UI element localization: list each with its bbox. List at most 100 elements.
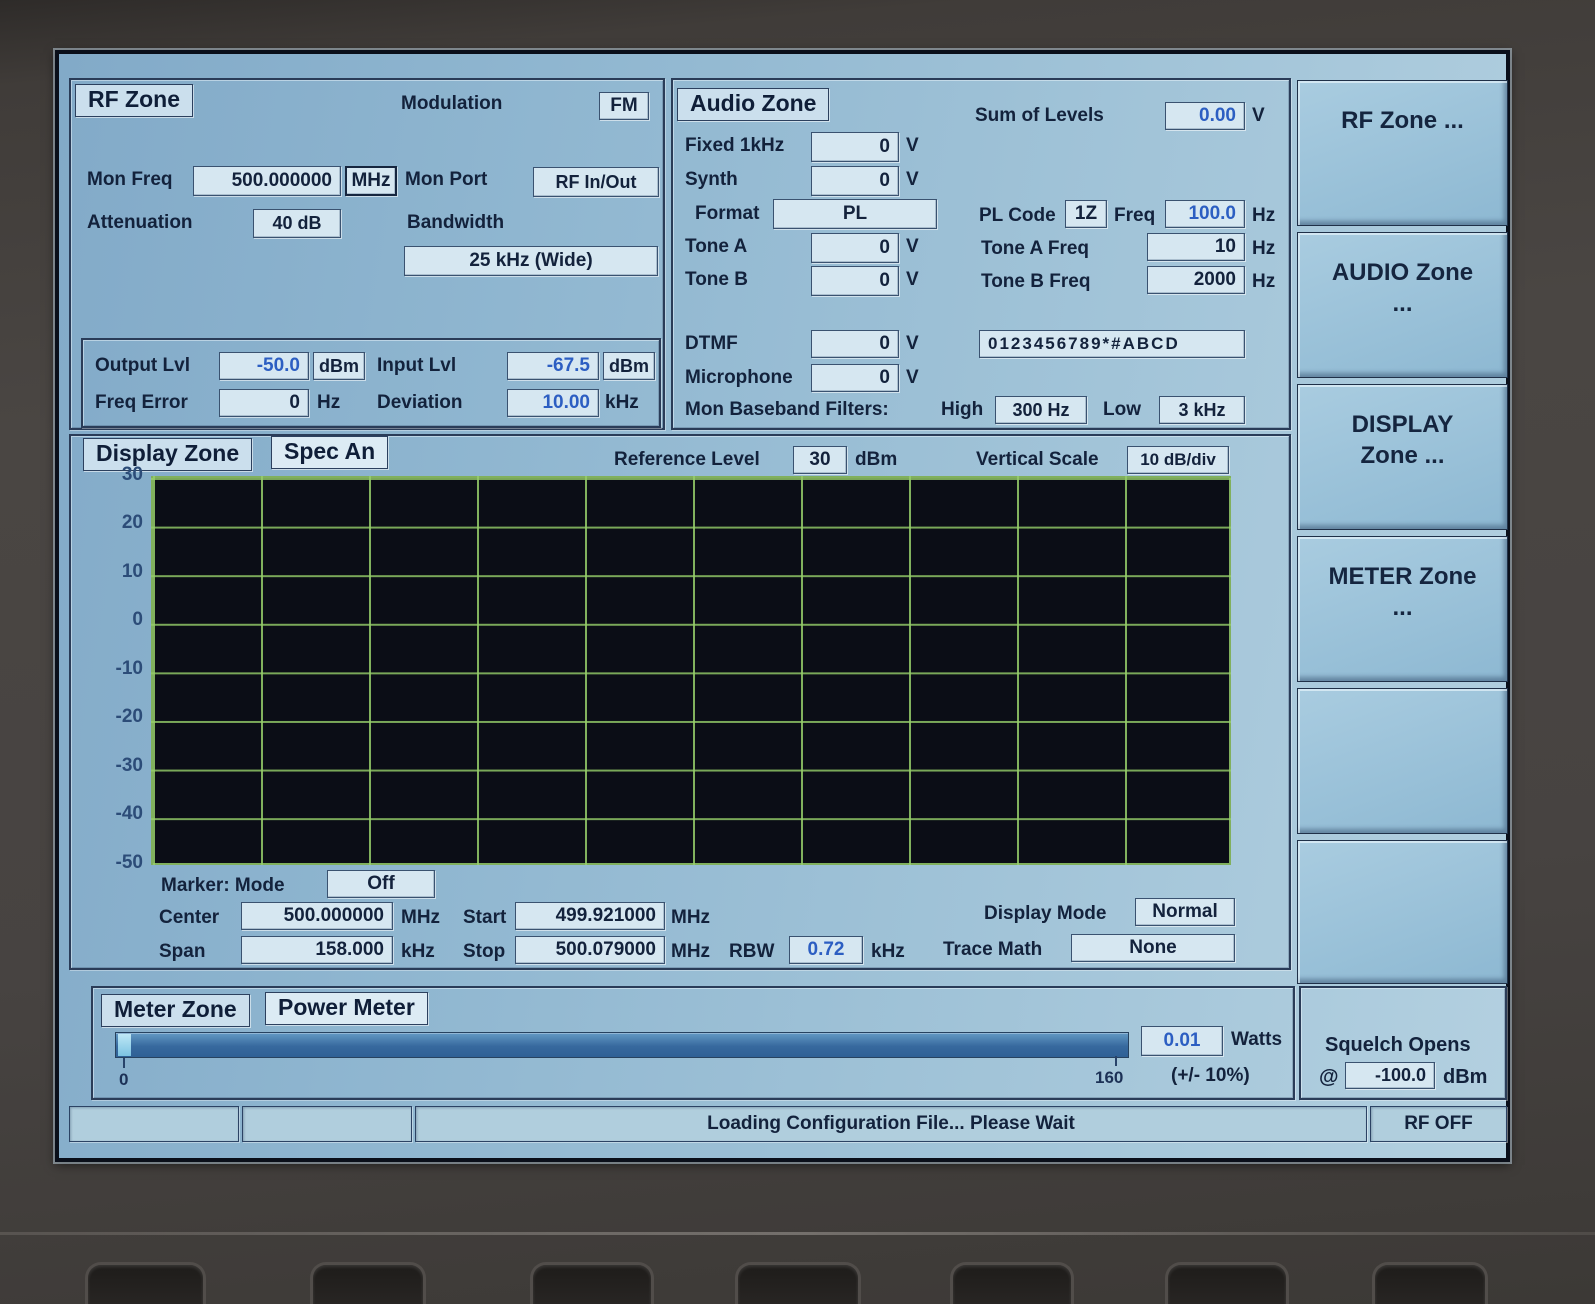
output-lvl-unit-button[interactable]: dBm: [313, 352, 365, 380]
mon-freq-value[interactable]: 500.000000: [193, 166, 341, 196]
input-lvl-value[interactable]: -67.5: [507, 352, 599, 380]
modulation-label: Modulation: [401, 93, 503, 114]
input-lvl-unit-button[interactable]: dBm: [603, 352, 655, 380]
bandwidth-value[interactable]: 25 kHz (Wide): [404, 246, 658, 276]
mon-port-label: Mon Port: [405, 169, 488, 190]
center-label: Center: [159, 907, 220, 928]
soft-key-7[interactable]: [1372, 1262, 1488, 1304]
span-value[interactable]: 158.000: [241, 936, 393, 964]
microphone-label: Microphone: [685, 367, 793, 388]
filter-high-value[interactable]: 300 Hz: [995, 396, 1087, 424]
start-label: Start: [463, 907, 507, 928]
fixed-1khz-unit: V: [906, 135, 919, 156]
tone-a-value[interactable]: 0: [811, 233, 899, 263]
sidebar-button-label2: Zone ...: [1360, 442, 1445, 470]
reference-level-value[interactable]: 30: [793, 446, 847, 474]
stop-unit: MHz: [671, 941, 711, 962]
deviation-label: Deviation: [377, 392, 463, 413]
audio-zone-title: Audio Zone: [677, 88, 830, 122]
soft-key-3[interactable]: [530, 1262, 654, 1304]
start-value[interactable]: 499.921000: [515, 902, 665, 930]
y-tick-30: 30: [121, 464, 143, 485]
tone-b-freq-value[interactable]: 2000: [1147, 266, 1245, 294]
freq-error-value[interactable]: 0: [219, 389, 309, 417]
filter-low-value[interactable]: 3 kHz: [1159, 396, 1245, 424]
vertical-scale-value[interactable]: 10 dB/div: [1127, 446, 1229, 474]
sidebar-button-label2: ...: [1392, 290, 1413, 318]
sidebar-button-blank-1[interactable]: [1297, 688, 1508, 834]
y-tick-n10: -10: [115, 658, 143, 679]
mon-port-value[interactable]: RF In/Out: [533, 167, 659, 197]
meter-scale-start: 0: [119, 1070, 129, 1089]
squelch-panel: Squelch Opens @ -100.0 dBm: [1299, 986, 1507, 1100]
stop-value[interactable]: 500.079000: [515, 936, 665, 964]
sidebar-button-rf-zone[interactable]: RF Zone ...: [1297, 80, 1508, 226]
power-meter-fill: [118, 1034, 131, 1056]
dtmf-sequence[interactable]: 0123456789*#ABCD: [979, 330, 1245, 358]
modulation-value[interactable]: FM: [599, 92, 649, 120]
microphone-value[interactable]: 0: [811, 364, 899, 392]
dtmf-value[interactable]: 0: [811, 330, 899, 358]
soft-key-1[interactable]: [85, 1262, 206, 1304]
format-value[interactable]: PL: [773, 199, 937, 229]
tone-b-value[interactable]: 0: [811, 266, 899, 296]
sidebar-button-label: AUDIO Zone: [1331, 259, 1474, 286]
output-lvl-value[interactable]: -50.0: [219, 352, 309, 380]
display-mode-selector[interactable]: Spec An: [271, 436, 389, 470]
marker-mode-value[interactable]: Off: [327, 870, 435, 898]
soft-key-5[interactable]: [950, 1262, 1074, 1304]
pl-freq-label: Freq: [1114, 205, 1156, 226]
fixed-1khz-label: Fixed 1kHz: [685, 135, 785, 156]
bezel-crease: [0, 1232, 1595, 1235]
y-tick-n20: -20: [115, 706, 143, 727]
synth-value[interactable]: 0: [811, 166, 899, 196]
fixed-1khz-value[interactable]: 0: [811, 132, 899, 162]
meter-tick-0: [123, 1058, 125, 1068]
sidebar-button-audio-zone[interactable]: AUDIO Zone ...: [1297, 232, 1508, 378]
y-tick-n40: -40: [115, 803, 143, 824]
squelch-value[interactable]: -100.0: [1345, 1062, 1435, 1089]
tone-a-freq-unit: Hz: [1252, 238, 1276, 259]
sidebar-button-label: RF Zone ...: [1341, 107, 1464, 134]
freq-error-label: Freq Error: [95, 392, 188, 413]
meter-zone-panel: Meter Zone Power Meter 0.01 Watts 0 160 …: [91, 986, 1295, 1100]
power-meter-bar: [115, 1032, 1129, 1058]
marker-mode-label: Marker: Mode: [161, 875, 285, 896]
sidebar-button-display-zone[interactable]: DISPLAY Zone ...: [1297, 384, 1508, 530]
tone-a-freq-value[interactable]: 10: [1147, 233, 1245, 261]
display-mode-label: Display Mode: [984, 903, 1107, 924]
sum-of-levels-value[interactable]: 0.00: [1165, 102, 1245, 130]
soft-key-4[interactable]: [735, 1262, 861, 1304]
dtmf-unit: V: [906, 333, 919, 354]
deviation-unit: kHz: [605, 392, 639, 413]
meter-mode-selector[interactable]: Power Meter: [265, 992, 428, 1026]
display-mode-value[interactable]: Normal: [1135, 898, 1235, 926]
rbw-value[interactable]: 0.72: [789, 936, 863, 964]
pl-freq-unit: Hz: [1252, 205, 1276, 226]
power-value[interactable]: 0.01: [1141, 1026, 1223, 1056]
mon-freq-unit-button[interactable]: MHz: [345, 166, 397, 196]
rbw-unit: kHz: [871, 941, 905, 962]
rf-zone-title: RF Zone: [75, 84, 193, 118]
soft-key-2[interactable]: [310, 1262, 426, 1304]
sidebar-button-label: METER Zone: [1328, 563, 1477, 590]
deviation-value[interactable]: 10.00: [507, 389, 599, 417]
rbw-label: RBW: [729, 941, 775, 962]
sidebar-button-blank-2[interactable]: [1297, 840, 1508, 984]
trace-math-value[interactable]: None: [1071, 934, 1235, 962]
synth-label: Synth: [685, 169, 738, 190]
attenuation-value[interactable]: 40 dB: [253, 209, 341, 238]
meter-tolerance: (+/- 10%): [1171, 1065, 1250, 1086]
sidebar-button-label: DISPLAY: [1351, 411, 1454, 438]
center-value[interactable]: 500.000000: [241, 902, 393, 930]
microphone-unit: V: [906, 367, 919, 388]
sidebar-button-meter-zone[interactable]: METER Zone ...: [1297, 536, 1508, 682]
y-tick-n50: -50: [115, 852, 143, 873]
y-tick-20: 20: [121, 512, 143, 533]
meter-scale-end: 160: [1095, 1068, 1124, 1087]
tone-b-freq-label: Tone B Freq: [981, 271, 1091, 292]
pl-code-value[interactable]: 1Z: [1065, 200, 1107, 228]
soft-key-6[interactable]: [1165, 1262, 1289, 1304]
bandwidth-label: Bandwidth: [407, 212, 505, 233]
pl-freq-value[interactable]: 100.0: [1165, 200, 1245, 228]
